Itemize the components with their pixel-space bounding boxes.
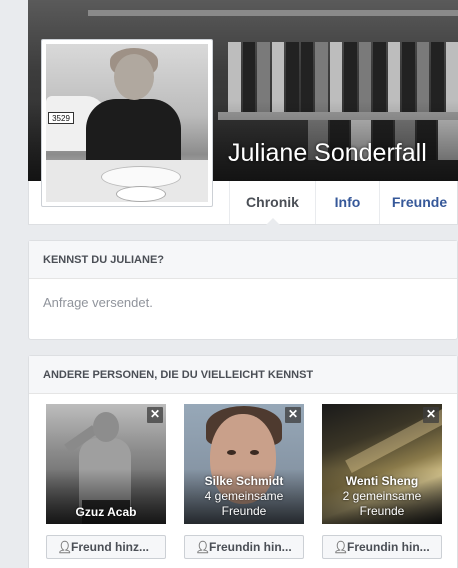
close-icon[interactable]: ✕ [423, 407, 439, 423]
add-friend-icon: 👤︎ [333, 540, 349, 554]
mutual-friends-count[interactable]: 2 gemeinsame [322, 489, 442, 504]
person-photo[interactable]: ✕ Gzuz Acab [46, 404, 166, 524]
pymk-person: ✕ Gzuz Acab 👤︎Freund hinz... [46, 404, 167, 559]
know-card-title: KENNST DU JULIANE? [29, 241, 457, 279]
add-friend-label: Freund hinz... [71, 540, 149, 554]
tab-chronik[interactable]: Chronik [229, 181, 315, 225]
license-plate: 3529 [48, 112, 74, 124]
pymk-person: ✕ Wenti Sheng 2 gemeinsame Freunde 👤︎Fre… [322, 404, 443, 559]
mutual-friends-count[interactable]: 4 gemeinsame [184, 489, 304, 504]
profile-name[interactable]: Juliane Sonderfall [228, 139, 427, 168]
close-icon[interactable]: ✕ [147, 407, 163, 423]
add-friend-label: Freundin hin... [347, 540, 430, 554]
pymk-list: ✕ Gzuz Acab 👤︎Freund hinz... ✕ Silke Sch… [29, 404, 457, 568]
mutual-friends-label[interactable]: Freunde [322, 504, 442, 519]
add-friend-icon: 👤︎ [57, 540, 73, 554]
add-friend-button[interactable]: 👤︎Freund hinz... [46, 535, 166, 559]
tab-chronik-label: Chronik [246, 194, 299, 210]
person-name[interactable]: Wenti Sheng [322, 474, 442, 488]
add-friend-icon: 👤︎ [195, 540, 211, 554]
person-photo[interactable]: ✕ Wenti Sheng 2 gemeinsame Freunde [322, 404, 442, 524]
cover-shelf [88, 10, 458, 16]
person-name[interactable]: Silke Schmidt [184, 474, 304, 488]
know-person-card: KENNST DU JULIANE? Anfrage versendet. [28, 240, 458, 340]
tab-freunde[interactable]: Freunde [379, 181, 458, 224]
mutual-friends-label[interactable]: Freunde [184, 504, 304, 519]
person-name[interactable]: Gzuz Acab [46, 505, 166, 519]
add-friend-label: Freundin hin... [209, 540, 292, 554]
people-you-may-know-card: ANDERE PERSONEN, DIE DU VIELLEICHT KENNS… [28, 355, 458, 568]
request-status: Anfrage versendet. [43, 295, 153, 310]
profile-image: 3529 [46, 44, 208, 202]
person-photo[interactable]: ✕ Silke Schmidt 4 gemeinsame Freunde [184, 404, 304, 524]
active-tab-caret [265, 218, 280, 225]
tab-freunde-label: Freunde [391, 194, 448, 210]
pymk-title: ANDERE PERSONEN, DIE DU VIELLEICHT KENNS… [29, 356, 457, 394]
add-friend-button[interactable]: 👤︎Freundin hin... [322, 535, 442, 559]
profile-picture[interactable]: 3529 [41, 39, 213, 207]
pymk-person: ✕ Silke Schmidt 4 gemeinsame Freunde 👤︎F… [184, 404, 305, 559]
close-icon[interactable]: ✕ [285, 407, 301, 423]
tab-info-label: Info [334, 194, 361, 210]
tab-info[interactable]: Info [315, 181, 379, 224]
add-friend-button[interactable]: 👤︎Freundin hin... [184, 535, 304, 559]
